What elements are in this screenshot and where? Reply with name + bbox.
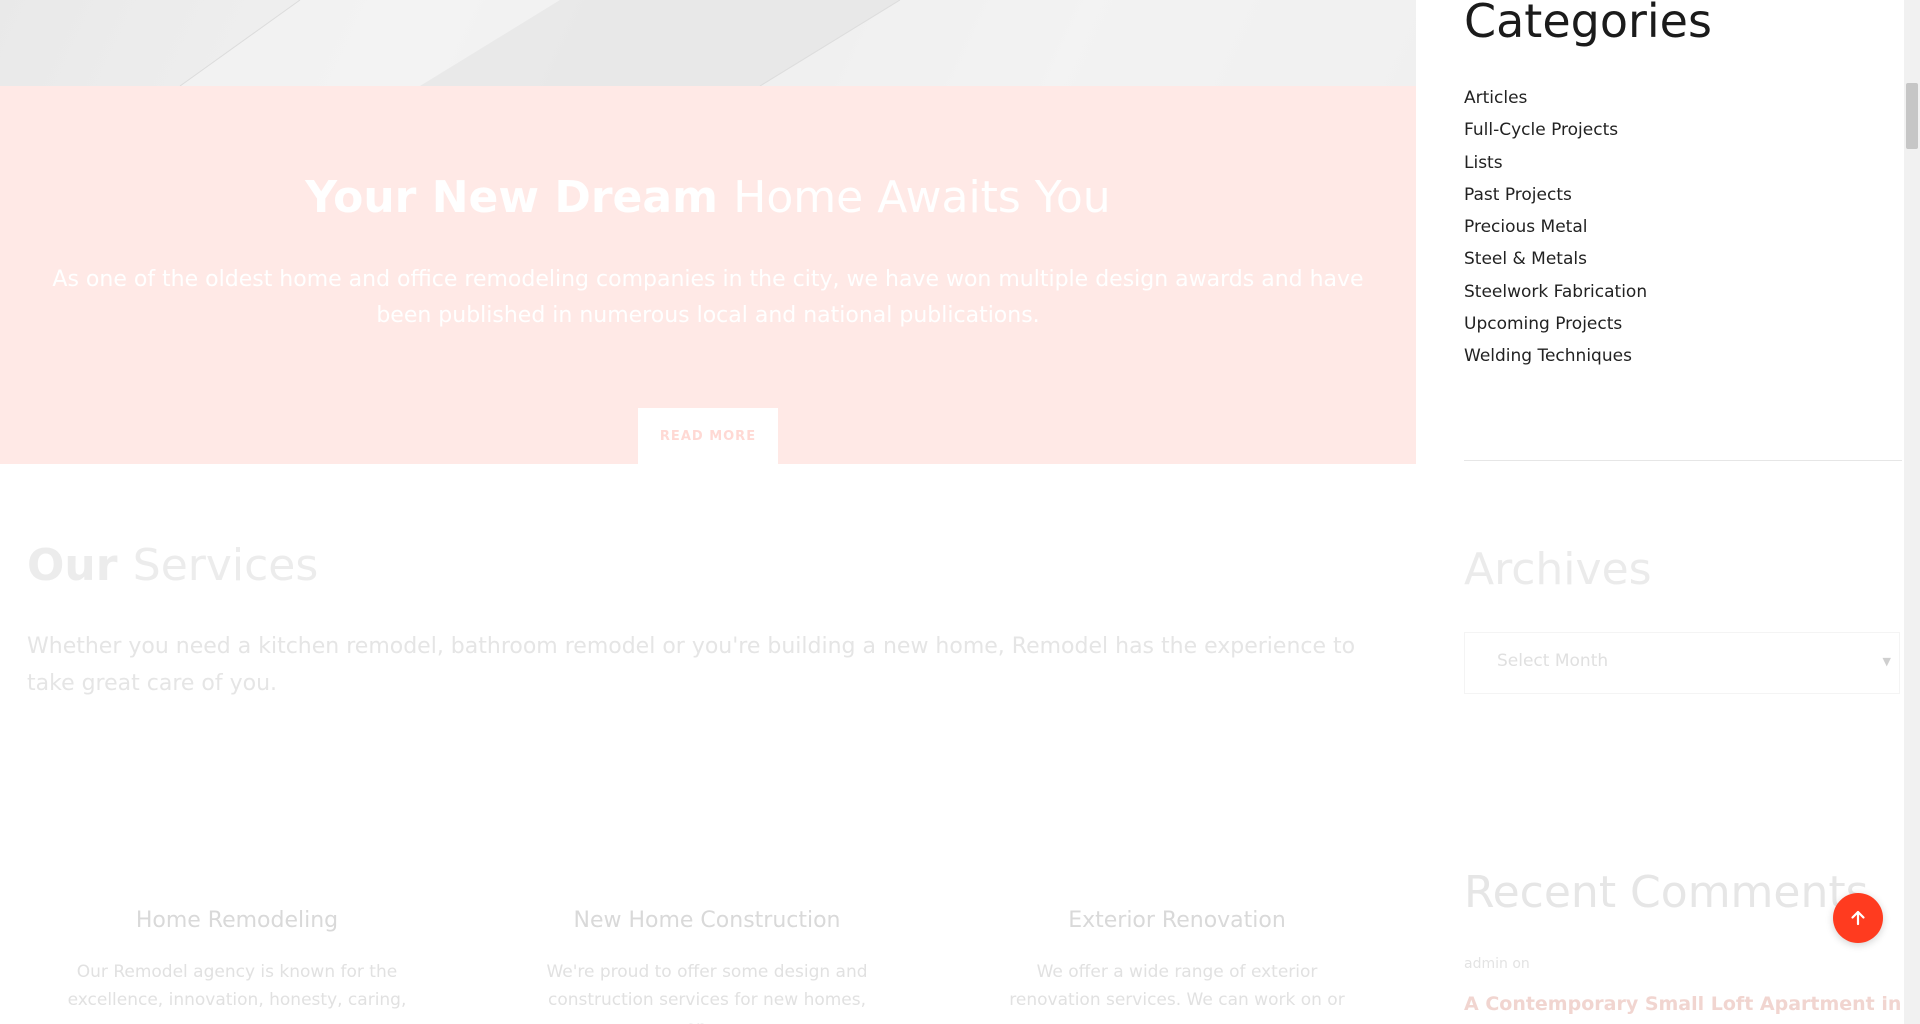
service-card-home-remodeling: Home Remodeling Our Remodel agency is kn… bbox=[27, 904, 447, 1024]
category-link-steelwork-fabrication[interactable]: Steelwork Fabrication bbox=[1464, 278, 1647, 310]
read-more-button[interactable]: READ MORE bbox=[638, 408, 778, 464]
hero-title: Your New Dream Home Awaits You bbox=[0, 172, 1416, 225]
archives-title: Archives bbox=[1464, 544, 1652, 595]
service-card-new-home-construction: New Home Construction We're proud to off… bbox=[497, 904, 917, 1024]
service-card-exterior-renovation: Exterior Renovation We offer a wide rang… bbox=[967, 904, 1387, 1024]
services-title-strong: Our bbox=[27, 540, 118, 591]
header-image-pattern bbox=[179, 0, 1416, 86]
category-link-upcoming-projects[interactable]: Upcoming Projects bbox=[1464, 310, 1647, 342]
sidebar: Categories Articles Full-Cycle Projects … bbox=[1416, 0, 1920, 1024]
sidebar-divider bbox=[1464, 460, 1902, 461]
service-title[interactable]: Exterior Renovation bbox=[967, 904, 1387, 938]
category-link-welding-techniques[interactable]: Welding Techniques bbox=[1464, 342, 1647, 374]
hero-title-strong: Your New Dream bbox=[305, 172, 718, 223]
page-scrollbar[interactable] bbox=[1904, 0, 1920, 1024]
service-text: We offer a wide range of exterior renova… bbox=[1009, 962, 1345, 1024]
services-title: Our Services bbox=[27, 538, 318, 594]
category-link-past-projects[interactable]: Past Projects bbox=[1464, 181, 1647, 213]
main-content: Your New Dream Home Awaits You As one of… bbox=[0, 0, 1416, 1024]
comment-author: admin on bbox=[1464, 956, 1530, 972]
hero-banner: Your New Dream Home Awaits You As one of… bbox=[0, 86, 1416, 464]
archives-select-value: Select Month bbox=[1497, 651, 1609, 671]
category-link-full-cycle-projects[interactable]: Full-Cycle Projects bbox=[1464, 116, 1647, 148]
category-link-articles[interactable]: Articles bbox=[1464, 84, 1647, 116]
comment-post-link[interactable]: A Contemporary Small Loft Apartment in T… bbox=[1464, 993, 1920, 1015]
recent-comments-title: Recent Comments bbox=[1464, 867, 1869, 918]
services-title-light: Services bbox=[132, 540, 319, 591]
category-link-precious-metal[interactable]: Precious Metal bbox=[1464, 213, 1647, 245]
service-text: Our Remodel agency is known for the exce… bbox=[67, 962, 407, 1024]
service-title[interactable]: Home Remodeling bbox=[27, 904, 447, 938]
service-title[interactable]: New Home Construction bbox=[497, 904, 917, 938]
archives-select[interactable]: Select Month ▼ bbox=[1464, 632, 1900, 694]
header-image bbox=[0, 0, 1416, 86]
scrollbar-thumb[interactable] bbox=[1906, 83, 1918, 149]
arrow-up-icon bbox=[1851, 910, 1865, 926]
back-to-top-button[interactable] bbox=[1833, 893, 1883, 943]
services-intro: Whether you need a kitchen remodel, bath… bbox=[27, 634, 1356, 696]
categories-title: Categories bbox=[1464, 0, 1712, 48]
category-link-lists[interactable]: Lists bbox=[1464, 149, 1647, 181]
chevron-down-icon: ▼ bbox=[1882, 655, 1891, 668]
hero-text: As one of the oldest home and office rem… bbox=[52, 267, 1364, 328]
service-text: We're proud to offer some design and con… bbox=[546, 962, 868, 1024]
hero-title-light: Home Awaits You bbox=[733, 172, 1111, 223]
category-link-steel-metals[interactable]: Steel & Metals bbox=[1464, 245, 1647, 277]
categories-list: Articles Full-Cycle Projects Lists Past … bbox=[1464, 84, 1647, 375]
